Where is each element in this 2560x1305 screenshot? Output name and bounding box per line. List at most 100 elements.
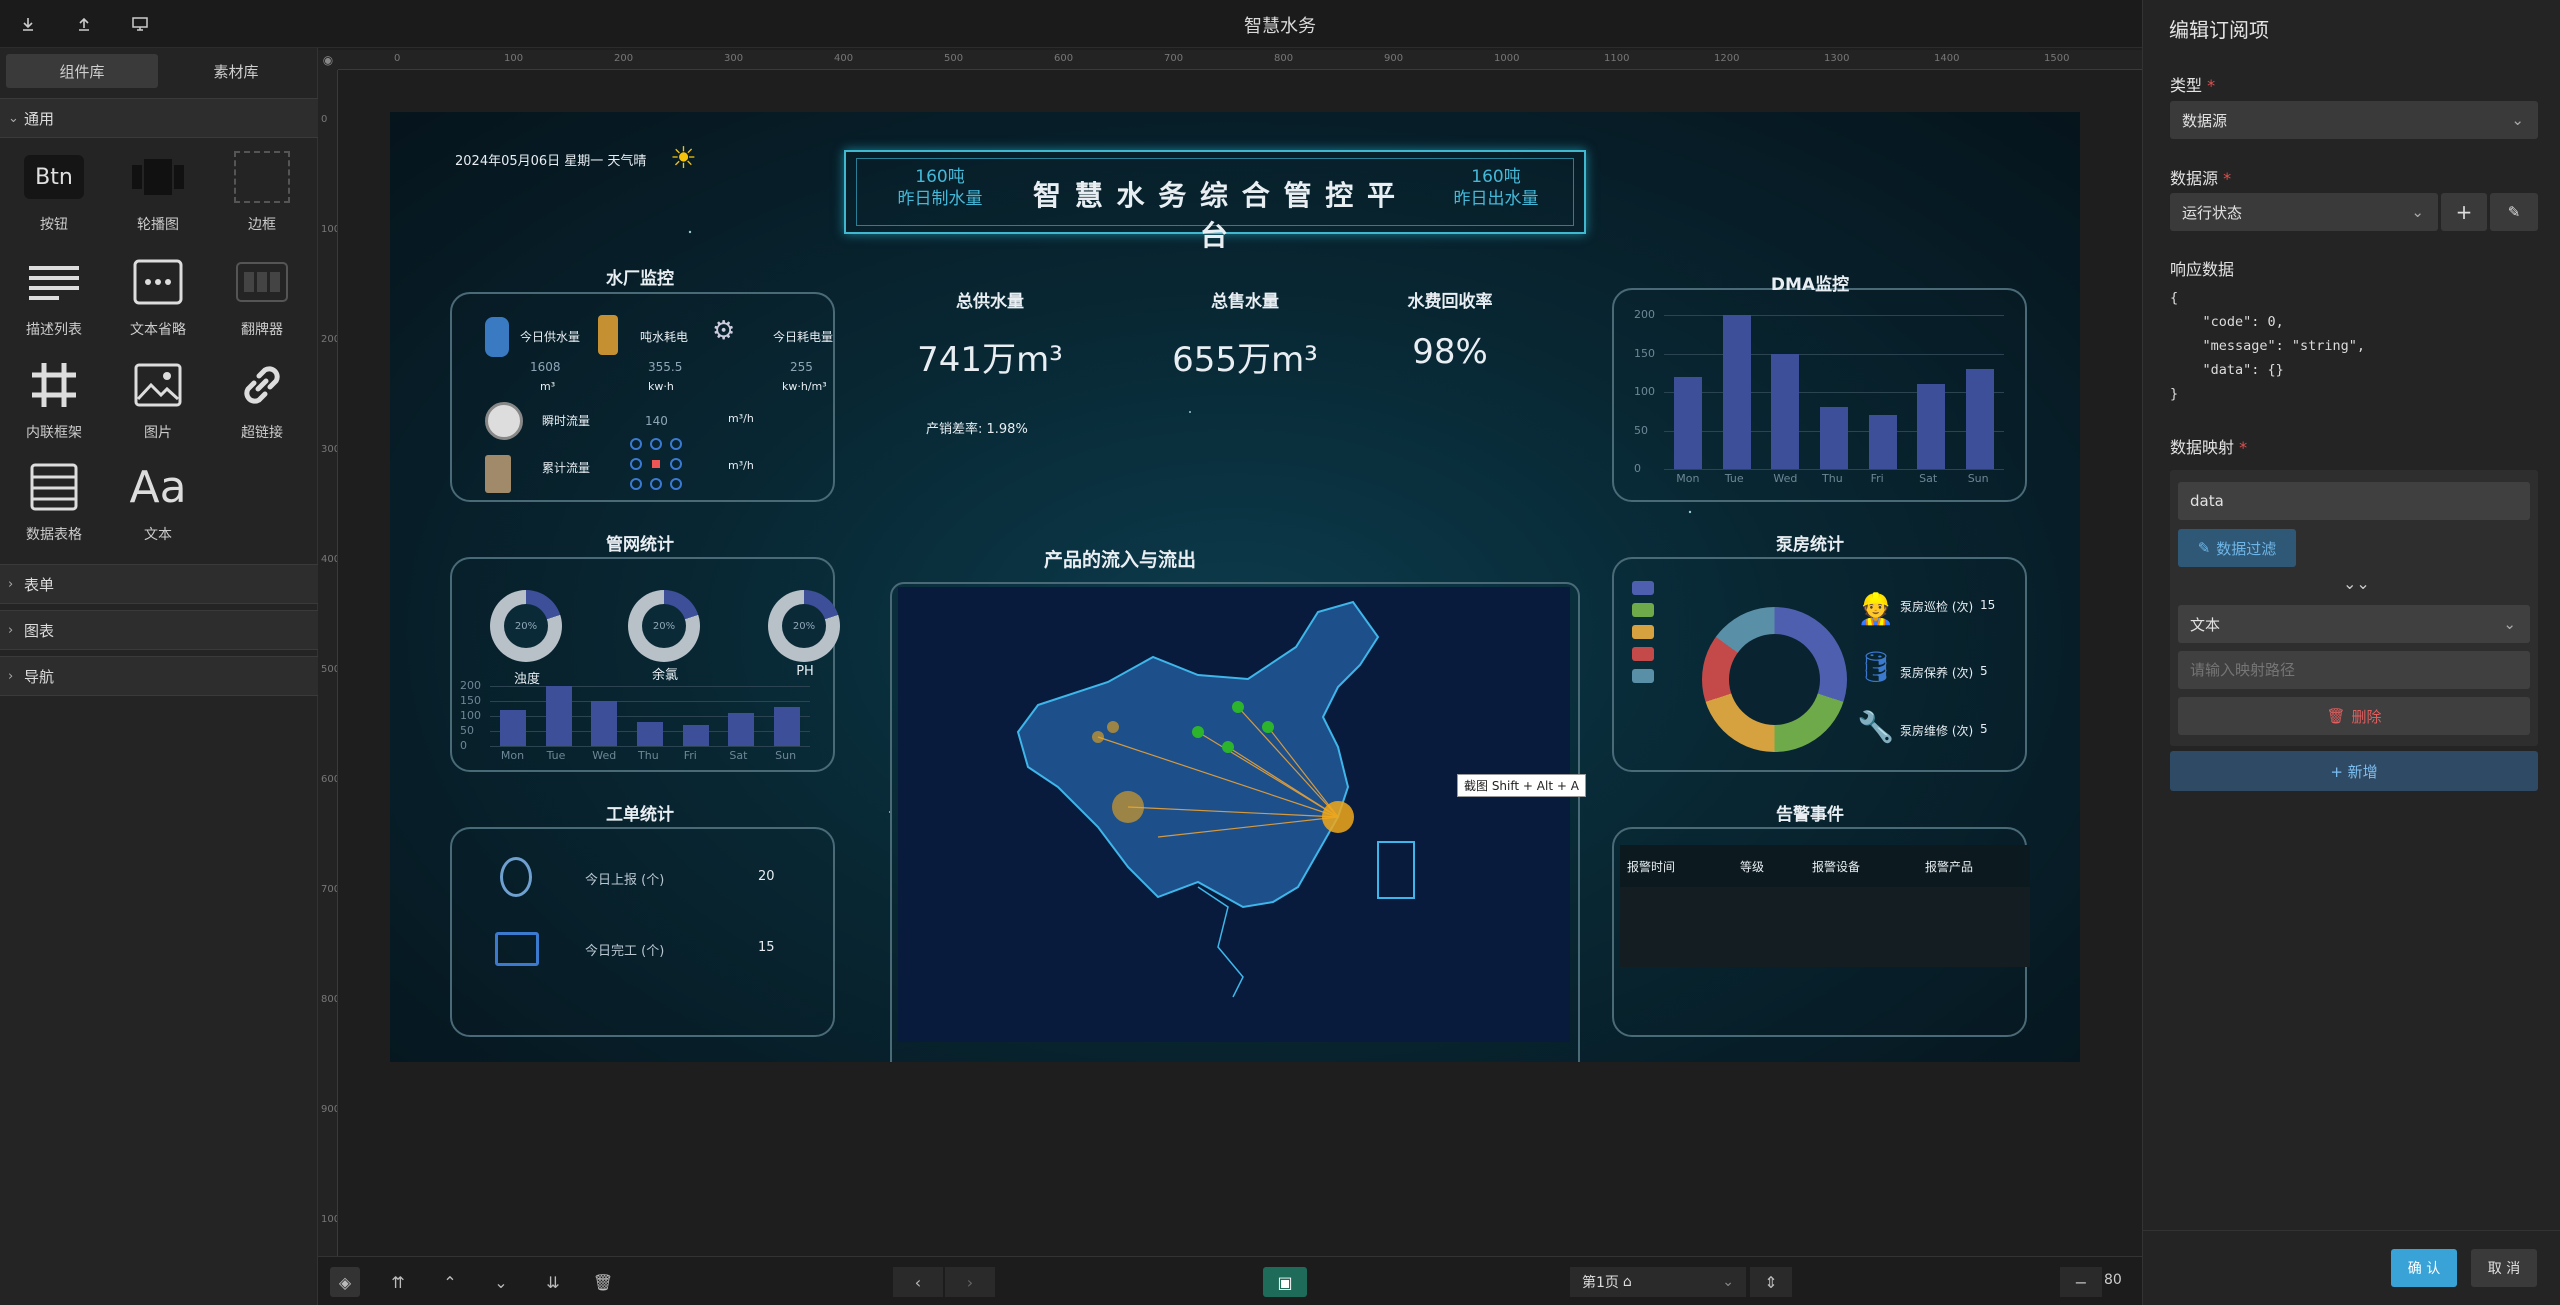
ruler-tick: 700 — [1164, 53, 1184, 64]
move-to-top-icon[interactable]: ⇈ — [383, 1267, 413, 1297]
supply-value: 1608 — [530, 360, 561, 374]
trash-icon[interactable]: 🗑 — [588, 1267, 618, 1297]
grid-line — [490, 746, 810, 747]
ruler-vertical: 0 100 200 300 400 500 600 700 800 900 1000 — [318, 70, 338, 1256]
zoom-level: 80 — [2104, 1272, 2122, 1288]
ruler-tick: 700 — [321, 884, 337, 895]
move-up-icon[interactable]: ⌃ — [435, 1267, 465, 1297]
prev-page-icon[interactable]: ‹ — [893, 1267, 943, 1297]
bar-fri — [1868, 415, 1897, 469]
panel-title: 编辑订阅项 — [2169, 18, 2269, 42]
kpi-supply-label: 总供水量 — [956, 292, 1024, 312]
supply-unit: m³ — [540, 380, 556, 393]
add-mapping-button[interactable]: + 新增 — [2170, 751, 2538, 791]
add-source-button[interactable]: + — [2441, 193, 2487, 231]
section-chart[interactable]: › 图表 — [0, 610, 318, 650]
page-sort-icon[interactable]: ⇕ — [1750, 1267, 1792, 1297]
thumbnail-icon[interactable]: ▣ — [1263, 1267, 1307, 1297]
confirm-button[interactable]: 确 认 — [2391, 1249, 2457, 1287]
move-down-icon[interactable]: ⌄ — [486, 1267, 516, 1297]
mapping-key-input[interactable]: data — [2178, 482, 2530, 520]
source-select[interactable]: 运行状态 ⌄ — [2170, 193, 2438, 231]
mapping-type-select[interactable]: 文本 ⌄ — [2178, 605, 2530, 643]
instant-flow-label: 瞬时流量 — [542, 414, 591, 428]
delete-button[interactable]: 🗑 删除 — [2178, 697, 2530, 735]
wrench-icon: 🔧 — [1857, 710, 1895, 745]
bar-thu — [1820, 407, 1848, 469]
section-form[interactable]: › 表单 — [0, 564, 318, 604]
y-tick-label: 50 — [1634, 423, 1648, 437]
webcam-icon — [500, 857, 532, 897]
cancel-button[interactable]: 取 消 — [2471, 1249, 2537, 1287]
data-filter-button[interactable]: ✎ 数据过滤 — [2178, 529, 2296, 567]
grid-line — [1664, 392, 2004, 393]
power-today-unit: kw·h/m³ — [782, 380, 827, 393]
ruler-tick: 1400 — [1934, 53, 1960, 64]
sun-icon: ☀ — [670, 141, 697, 176]
section-nav[interactable]: › 导航 — [0, 656, 318, 696]
component-iframe[interactable]: 内联框架 — [6, 356, 102, 452]
border-icon — [230, 148, 294, 206]
component-button[interactable]: Btn 按钮 — [6, 148, 102, 244]
edit-icon: ✎ — [2197, 539, 2211, 557]
ruler-tick: 200 — [614, 53, 634, 64]
dashboard-canvas[interactable]: 2024年05月06日 星期一 天气晴 ☀ 智 慧 水 务 综 合 管 控 平 … — [390, 112, 2080, 1062]
mapping-label: 数据映射 * — [2170, 438, 2248, 457]
meter-icon: ⚙ — [712, 316, 736, 346]
component-text-ellipsis[interactable]: 文本省略 — [110, 253, 206, 349]
power-today-label: 今日耗电量 — [773, 330, 834, 344]
orders-completed-label: 今日完工 (个) — [585, 944, 665, 959]
bar-tue — [545, 686, 572, 746]
bar-mon — [499, 710, 526, 746]
component-image[interactable]: 图片 — [110, 356, 206, 452]
chevron-down-icon: ⌄ — [2511, 111, 2524, 129]
orders-title: 工单统计 — [606, 805, 674, 825]
component-flipper[interactable]: 翻牌器 — [214, 253, 310, 349]
section-general[interactable]: ⌄ 通用 — [0, 98, 318, 138]
x-tick-label: Tue — [1724, 472, 1744, 485]
dma-bar-chart: 200 150 100 50 0 Mon Tue Wed Thu Fri Sat Sun — [1634, 307, 2014, 487]
component-text[interactable]: Aa 文本 — [110, 458, 206, 554]
pump-maintain-value: 5 — [1980, 664, 1988, 678]
legend-swatch — [1632, 603, 1654, 617]
map-area[interactable] — [898, 587, 1570, 1042]
zoom-out-icon[interactable]: − — [2060, 1267, 2102, 1297]
component-carousel[interactable]: 轮播图 — [110, 148, 206, 244]
component-border[interactable]: 边框 — [214, 148, 310, 244]
instant-flow-unit: m³/h — [728, 412, 754, 425]
oil-can-icon: 🛢 — [1857, 650, 1896, 685]
china-map — [1016, 600, 1415, 998]
tab-materials[interactable]: 素材库 — [160, 54, 312, 88]
orders-reported-value: 20 — [758, 869, 775, 884]
water-tank-icon — [485, 317, 509, 357]
ruler-tick: 1100 — [1604, 53, 1630, 64]
bar-tue — [1722, 315, 1751, 469]
component-description-list[interactable]: 描述列表 — [6, 253, 102, 349]
page-select[interactable]: 第1页 ⌂ ⌄ — [1570, 1267, 1746, 1297]
chevron-down-icon: ⌄ — [2411, 203, 2424, 221]
edit-icon[interactable]: ✎ — [2490, 193, 2538, 231]
component-table[interactable]: 数据表格 — [6, 458, 102, 554]
ruler-tick: 400 — [321, 554, 337, 565]
power-today-value: 255 — [790, 360, 813, 374]
ruler-tick: 300 — [321, 444, 337, 455]
ruler-tick: 600 — [1054, 53, 1074, 64]
ruler-tick: 1000 — [321, 1214, 337, 1225]
kpi-supply-value: 741万m³ — [917, 340, 1063, 380]
alarm-title: 告警事件 — [1776, 805, 1844, 825]
mapping-path-input[interactable] — [2178, 651, 2530, 689]
eye-icon[interactable]: ◉ — [318, 50, 338, 70]
next-page-icon[interactable]: › — [945, 1267, 995, 1297]
ruler-tick: 600 — [321, 774, 337, 785]
pump-repair-label: 泵房维修 (次) — [1900, 724, 1974, 738]
tab-components[interactable]: 组件库 — [6, 54, 158, 88]
type-select[interactable]: 数据源 ⌄ — [2170, 101, 2538, 139]
engineer-icon: 👷 — [1857, 592, 1895, 627]
legend-swatch — [1632, 581, 1654, 595]
x-tick-label: Wed — [1773, 472, 1798, 485]
ruler-tick: 100 — [504, 53, 524, 64]
move-to-bottom-icon[interactable]: ⇊ — [538, 1267, 568, 1297]
component-link[interactable]: 超链接 — [214, 356, 310, 452]
layers-icon[interactable]: ◈ — [330, 1267, 360, 1297]
grid-line — [1664, 469, 2004, 470]
